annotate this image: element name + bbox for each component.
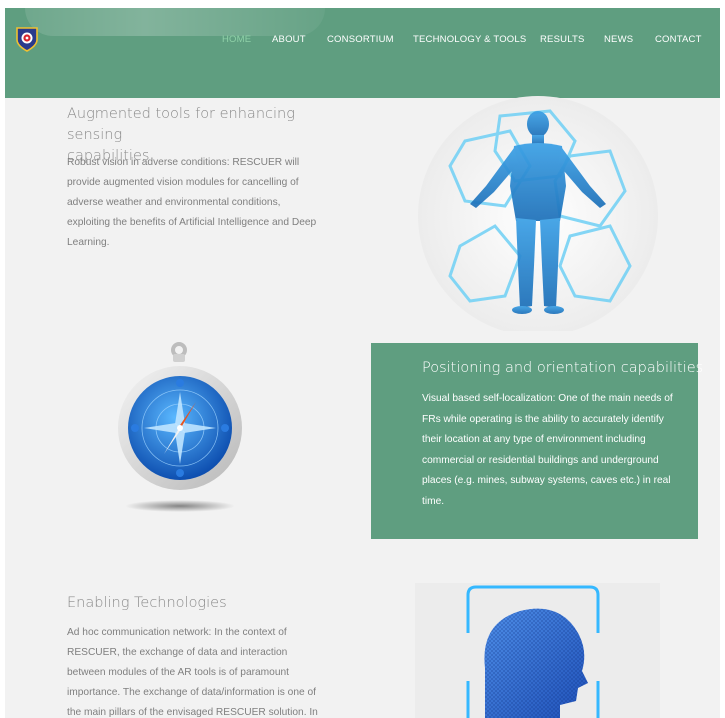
enabling-section-title: Enabling Technologies (67, 595, 227, 611)
site-header: HOME ABOUT CONSORTIUM TECHNOLOGY & TOOLS… (5, 8, 720, 98)
positioning-text-line: time. (422, 495, 445, 507)
positioning-text-line: FRs while operating is the ability to ac… (422, 413, 664, 425)
enabling-text-line: RESCUER, the exchange of data and intera… (67, 647, 288, 658)
positioning-text-line: their location at any type of environmen… (422, 434, 646, 445)
nav-news[interactable]: NEWS (604, 34, 633, 45)
wireframe-head-icon (415, 583, 660, 718)
positioning-section-box: Positioning and orientation capabilities… (371, 343, 703, 539)
positioning-text-line: Visual based self-localization: One of t… (422, 393, 673, 404)
augmented-text-line: adverse weather and environmental condit… (67, 197, 281, 208)
nav-home[interactable]: HOME (222, 34, 251, 45)
positioning-text-line: commercial or residential buildings and … (422, 454, 659, 466)
augmented-text-line: Learning. (67, 237, 110, 248)
positioning-section-title: Positioning and orientation capabilities (422, 360, 704, 376)
enabling-text-line: the main pillars of the envisaged RESCUE… (67, 707, 318, 718)
enabling-section-text: Ad hoc communication network: In the con… (67, 623, 362, 718)
nav-contact[interactable]: CONTACT (655, 34, 702, 45)
positioning-section-text: Visual based self-localization: One of t… (422, 389, 684, 512)
enabling-text-line: importance. The exchange of data/informa… (67, 687, 316, 698)
compass-icon (118, 342, 242, 512)
enabling-text-line: Ad hoc communication network: In the con… (67, 627, 287, 638)
augmented-section-text: Robust vision in adverse conditions: RES… (67, 153, 357, 253)
page: HOME ABOUT CONSORTIUM TECHNOLOGY & TOOLS… (5, 8, 720, 718)
augmented-text-line: provide augmented vision modules for can… (67, 177, 299, 188)
augmented-title-line-1: Augmented tools for enhancing sensing (67, 106, 295, 143)
main-nav: HOME ABOUT CONSORTIUM TECHNOLOGY & TOOLS… (5, 34, 720, 50)
nav-technology-tools[interactable]: TECHNOLOGY & TOOLS (413, 34, 526, 45)
nav-results[interactable]: RESULTS (540, 34, 585, 45)
augmented-text-line: Robust vision in adverse conditions: RES… (67, 157, 300, 168)
header-banner-blur (25, 8, 325, 36)
nav-about[interactable]: ABOUT (272, 34, 306, 45)
enabling-text-line: between modules of the AR tools is of pa… (67, 667, 289, 678)
nav-consortium[interactable]: CONSORTIUM (327, 34, 394, 45)
augmented-text-line: exploiting the benefits of Artificial In… (67, 217, 317, 228)
wireframe-human-body-icon (418, 96, 658, 331)
positioning-text-line: places (e.g. mines, subway systems, cave… (422, 475, 671, 486)
